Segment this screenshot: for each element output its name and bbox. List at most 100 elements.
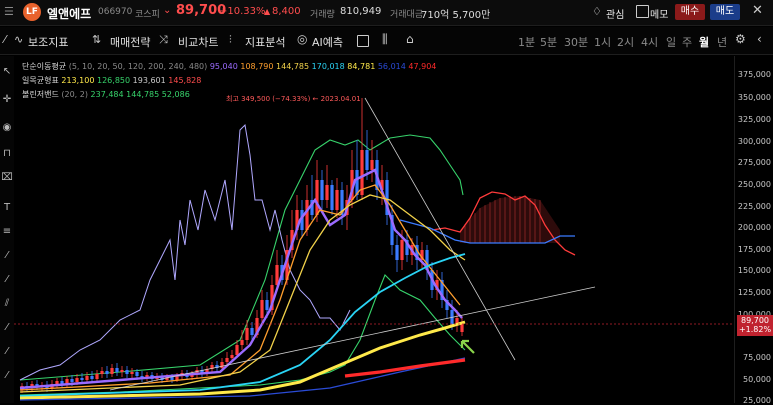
candle-body	[395, 245, 399, 260]
line-tool-icon[interactable]: ⁄	[1, 250, 13, 262]
trade-value: 710억 5,700만	[421, 10, 491, 21]
ai-predict-button[interactable]: AI예측	[312, 34, 343, 50]
candle-body	[85, 376, 89, 380]
ai-icon[interactable]: ◎	[297, 32, 307, 46]
sma-value: 170,018	[311, 62, 345, 71]
sma-240-line	[344, 358, 466, 378]
tf-5min[interactable]: 5분	[540, 34, 557, 50]
volume-value: 810,949	[340, 6, 382, 17]
candle-body	[105, 371, 109, 374]
ichimoku-legend[interactable]: 일목균형표 213,100 126,850 193,601 145,828	[22, 75, 201, 86]
current-price-badge: 89,700 +1.82%	[737, 315, 773, 336]
buy-button[interactable]: 매수	[675, 4, 705, 20]
memo-icon[interactable]	[636, 5, 649, 18]
bollinger-value: 237,484	[90, 90, 124, 99]
tf-4hour[interactable]: 4시	[641, 34, 658, 50]
tf-week[interactable]: 주	[682, 34, 692, 50]
chevron-down-icon[interactable]: ⌄	[163, 5, 171, 16]
candle-type-icon[interactable]: ⫼	[382, 32, 388, 47]
candle-body	[55, 381, 59, 384]
compare-icon[interactable]: ⤨	[159, 33, 168, 47]
stock-code: 066970	[98, 7, 133, 17]
candle-body	[330, 185, 334, 210]
indicator-button[interactable]: 보조지표	[28, 34, 68, 50]
eye-icon[interactable]: ◉	[1, 122, 13, 134]
candle-body	[100, 371, 104, 374]
tf-year[interactable]: 년	[717, 34, 727, 50]
green-arrow-icon	[460, 339, 475, 354]
sell-button[interactable]: 매도	[710, 4, 740, 20]
tf-30min[interactable]: 30분	[564, 34, 588, 50]
candle-body	[220, 362, 224, 368]
trash-icon[interactable]: ⌧	[1, 172, 13, 184]
cursor-icon[interactable]: ↖	[1, 66, 13, 78]
tf-1hour[interactable]: 1시	[594, 34, 611, 50]
y-tick: 225,000	[737, 202, 771, 211]
bollinger-legend[interactable]: 볼린저밴드 (20, 2) 237,484 144,785 52,086	[22, 89, 190, 100]
camera-icon[interactable]: ⌂	[406, 32, 414, 46]
candle-body	[130, 372, 134, 374]
candle-body	[305, 200, 309, 230]
y-tick: 300,000	[737, 137, 771, 146]
candle-body	[260, 300, 264, 318]
candle-body	[75, 378, 79, 382]
analysis-button[interactable]: 지표분석	[245, 34, 285, 50]
analysis-icon[interactable]: ⫶	[229, 33, 232, 47]
text-tool-icon[interactable]: T	[1, 202, 13, 214]
strategy-button[interactable]: 매매전략	[110, 34, 150, 50]
close-icon[interactable]: ✕	[752, 3, 763, 18]
sma-value: 108,790	[240, 62, 274, 71]
watch-button[interactable]: 관심	[606, 6, 624, 21]
compare-button[interactable]: 비교차트	[178, 34, 218, 50]
candle-body	[70, 379, 74, 382]
sma-legend[interactable]: 단순이동평균 (5, 10, 20, 50, 120, 200, 240, 48…	[22, 61, 436, 72]
sma-legend-params: (5, 10, 20, 50, 120, 200, 240, 480)	[68, 62, 208, 71]
y-tick: 25,000	[743, 396, 771, 405]
candle-body	[90, 376, 94, 379]
pen-tool-icon[interactable]: ⁄	[1, 346, 13, 358]
bell-icon[interactable]: ♢	[592, 5, 602, 18]
candlestick-series	[20, 98, 464, 393]
draw-icon[interactable]: ⁄	[4, 33, 6, 46]
ray-tool-icon[interactable]: ⁄	[1, 274, 13, 286]
candle-body	[365, 150, 369, 170]
ichimoku-value: 193,601	[132, 76, 166, 85]
y-tick: 325,000	[737, 115, 771, 124]
strategy-icon[interactable]: ⇅	[92, 33, 101, 46]
candle-body	[400, 240, 404, 260]
candle-body	[235, 345, 239, 355]
indicator-icon[interactable]: ∿	[14, 33, 23, 46]
stock-name[interactable]: 엘앤에프	[47, 5, 91, 22]
lock-icon[interactable]: ⊓	[1, 148, 13, 160]
price-axis[interactable]: 375,000 350,000 325,000 300,000 275,000 …	[734, 56, 773, 405]
tf-1min[interactable]: 1분	[518, 34, 535, 50]
candle-body	[225, 358, 229, 362]
tf-2hour[interactable]: 2시	[617, 34, 634, 50]
badge-percent: +1.82%	[738, 325, 772, 334]
candle-body	[320, 180, 324, 200]
bollinger-legend-params: (20, 2)	[61, 90, 88, 99]
volume-label: 거래량	[310, 10, 335, 20]
channel-tool-icon[interactable]: ⫽	[1, 298, 13, 310]
candle-body	[230, 355, 234, 358]
chevron-left-icon[interactable]: ‹	[757, 32, 762, 46]
chart-toolbar: ⁄ ∿ 보조지표 ⇅ 매매전략 ⤨ 비교차트 ⫶ 지표분석 ◎ AI예측 ⫼ ⌂…	[0, 27, 773, 55]
menu-icon[interactable]: ☰	[4, 5, 14, 18]
tf-day[interactable]: 일	[666, 34, 676, 50]
settings-icon[interactable]: ⚙	[735, 32, 746, 46]
memo-button[interactable]: 메모	[650, 6, 668, 21]
brush-tool-icon[interactable]: ⁄	[1, 370, 13, 382]
layout-icon[interactable]	[357, 35, 369, 47]
tf-month[interactable]: 월	[699, 34, 709, 50]
price-chart[interactable]	[14, 56, 734, 403]
candle-body	[80, 378, 84, 380]
crosshair-icon[interactable]: ✛	[1, 94, 13, 106]
trend-tool-icon[interactable]: ⁄	[1, 322, 13, 334]
candle-body	[240, 340, 244, 345]
y-tick: 250,000	[737, 180, 771, 189]
y-tick: 275,000	[737, 158, 771, 167]
ichimoku-value: 126,850	[97, 76, 131, 85]
fibonacci-icon[interactable]: ≡	[1, 226, 13, 238]
sma-value: 47,904	[408, 62, 437, 71]
candle-body	[315, 180, 319, 215]
